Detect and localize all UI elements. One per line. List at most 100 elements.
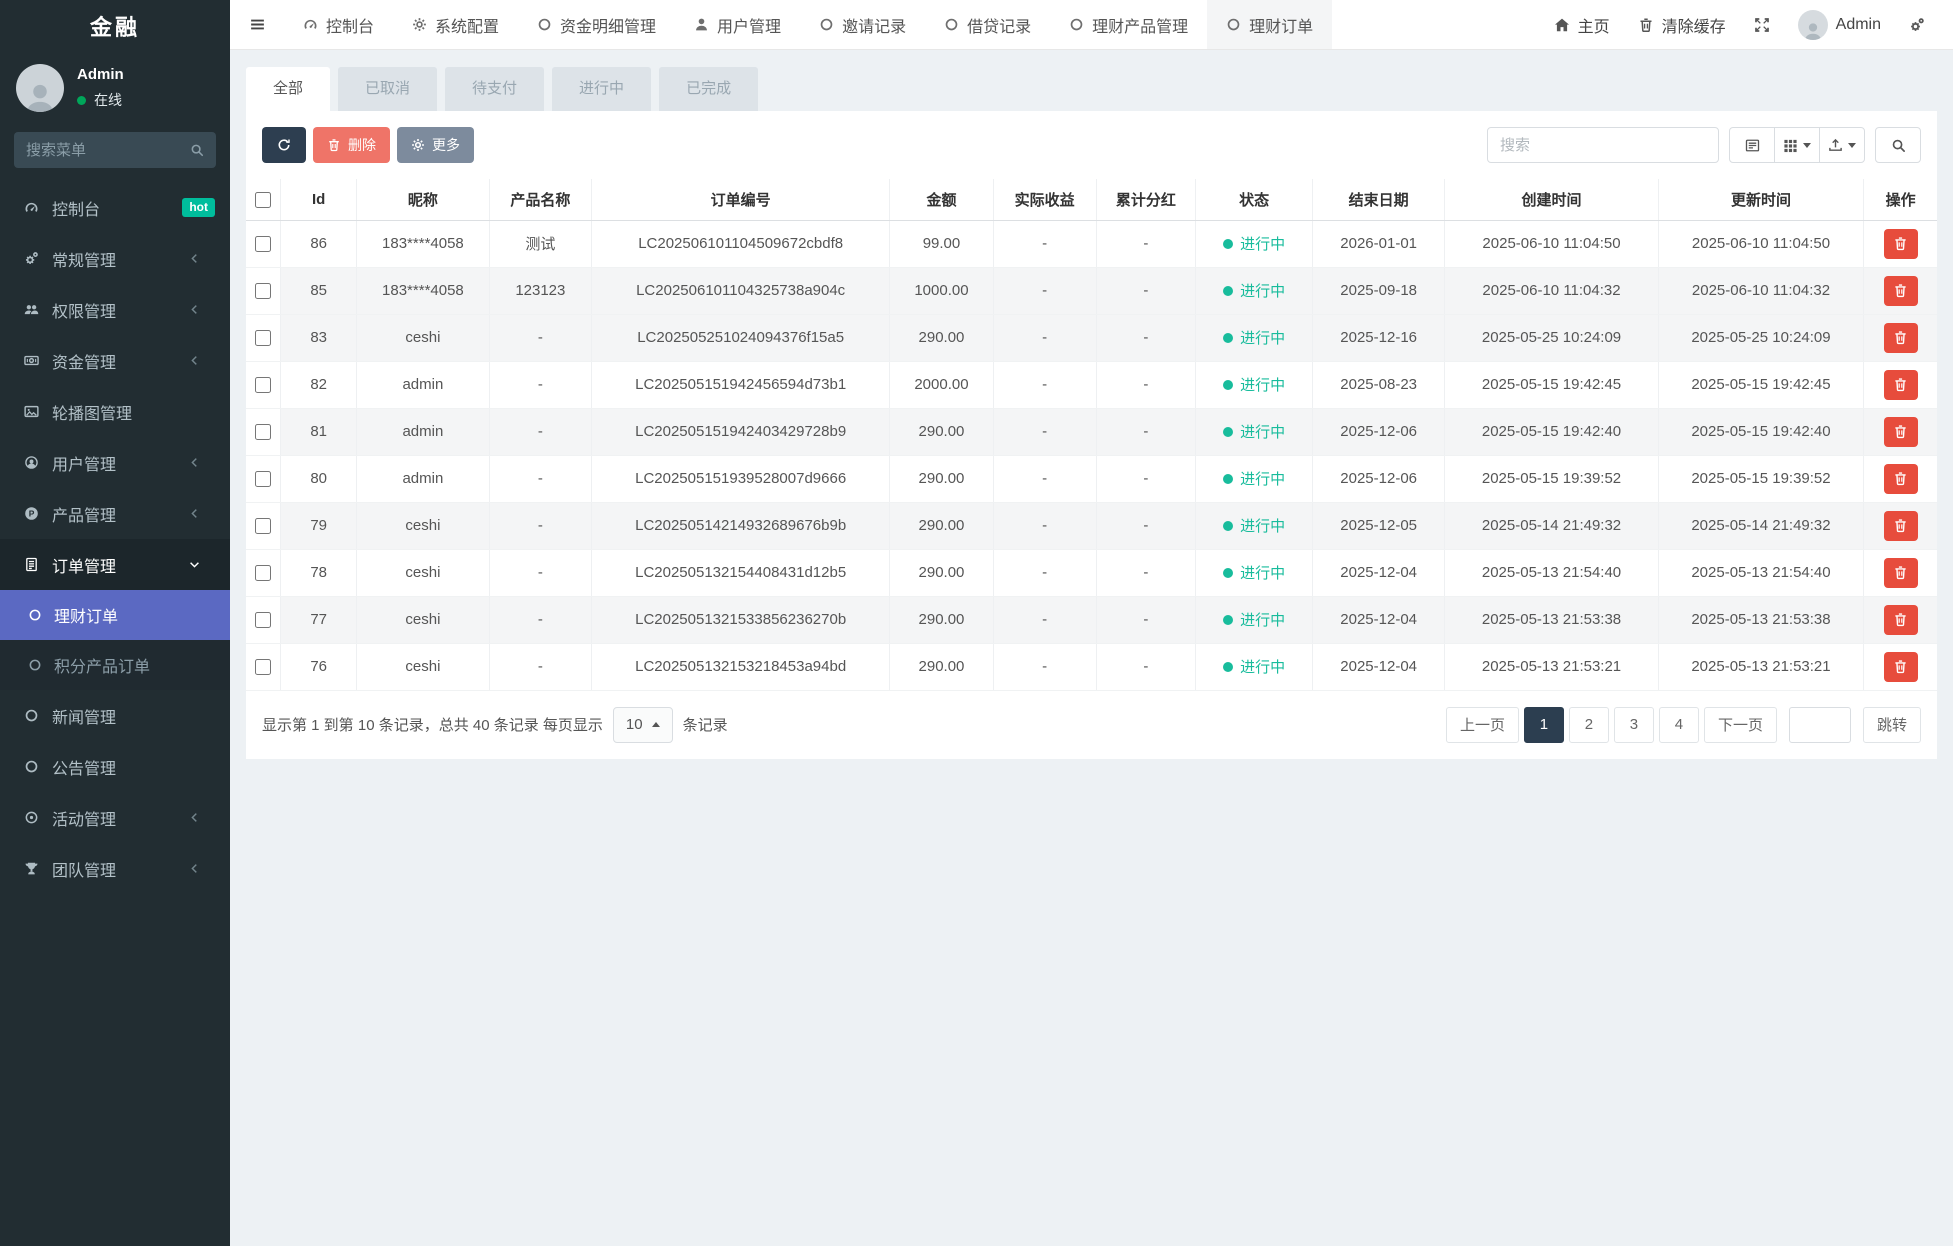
page-number-button[interactable]: 3: [1614, 707, 1654, 743]
page-number-button[interactable]: 2: [1569, 707, 1609, 743]
topnav-tab[interactable]: 邀请记录: [800, 0, 925, 49]
user-menu[interactable]: Admin: [1798, 10, 1881, 40]
topnav-tab[interactable]: 资金明细管理: [518, 0, 675, 49]
row-checkbox[interactable]: [255, 565, 271, 581]
fullscreen-button[interactable]: [1754, 17, 1770, 33]
filter-tab[interactable]: 待支付: [445, 67, 544, 111]
jump-button[interactable]: 跳转: [1863, 707, 1921, 743]
row-checkbox[interactable]: [255, 236, 271, 252]
column-header: 更新时间: [1658, 179, 1863, 220]
filter-tab[interactable]: 进行中: [552, 67, 651, 111]
cell-amount: 290.00: [890, 502, 994, 549]
cell-nickname: ceshi: [357, 314, 489, 361]
refresh-button[interactable]: [262, 127, 306, 163]
detail-view-button[interactable]: [1729, 127, 1775, 163]
delete-row-button[interactable]: [1884, 229, 1918, 259]
clear-cache-link[interactable]: 清除缓存: [1638, 13, 1726, 37]
delete-row-button[interactable]: [1884, 558, 1918, 588]
delete-button[interactable]: 删除: [313, 127, 390, 163]
row-checkbox[interactable]: [255, 424, 271, 440]
delete-row-button[interactable]: [1884, 511, 1918, 541]
delete-row-button[interactable]: [1884, 464, 1918, 494]
row-checkbox[interactable]: [255, 518, 271, 534]
cell-order-no: LC2025051321533856236270b: [592, 596, 890, 643]
settings-button[interactable]: [1909, 17, 1925, 33]
delete-row-button[interactable]: [1884, 417, 1918, 447]
status-badge: 进行中: [1223, 280, 1285, 301]
table-row: 77ceshi-LC2025051321533856236270b290.00-…: [246, 596, 1937, 643]
row-checkbox[interactable]: [255, 283, 271, 299]
topnav-tab[interactable]: 用户管理: [675, 0, 800, 49]
page-size-select[interactable]: 10: [613, 707, 673, 743]
filter-tab[interactable]: 已取消: [338, 67, 437, 111]
status-badge: 进行中: [1223, 468, 1285, 489]
prev-page-button[interactable]: 上一页: [1446, 707, 1519, 743]
row-checkbox[interactable]: [255, 612, 271, 628]
delete-row-button[interactable]: [1884, 276, 1918, 306]
sidebar-item[interactable]: 权限管理: [0, 284, 230, 335]
topnav-tab[interactable]: 理财产品管理: [1050, 0, 1207, 49]
sidebar-item[interactable]: P产品管理: [0, 488, 230, 539]
cell-amount: 290.00: [890, 549, 994, 596]
cell-order-no: LC20250514214932689676b9b: [592, 502, 890, 549]
column-header: 昵称: [357, 179, 489, 220]
cell-actual-income: -: [993, 361, 1096, 408]
user-status: 在线: [77, 90, 124, 110]
sidebar-item[interactable]: 常规管理: [0, 233, 230, 284]
columns-button[interactable]: [1774, 127, 1820, 163]
search-button[interactable]: [1875, 127, 1921, 163]
sidebar-item[interactable]: 轮播图管理: [0, 386, 230, 437]
delete-row-button[interactable]: [1884, 323, 1918, 353]
sidebar-item[interactable]: 公告管理: [0, 741, 230, 792]
jump-page-input[interactable]: [1789, 707, 1851, 743]
user-silhouette-icon: [1802, 21, 1824, 40]
row-checkbox[interactable]: [255, 471, 271, 487]
delete-row-button[interactable]: [1884, 605, 1918, 635]
sidebar-item[interactable]: 资金管理: [0, 335, 230, 386]
sidebar-item[interactable]: 订单管理: [0, 539, 230, 590]
cell-status: 进行中: [1196, 643, 1313, 690]
sidebar-item[interactable]: 新闻管理: [0, 690, 230, 741]
row-checkbox[interactable]: [255, 377, 271, 393]
select-all-checkbox[interactable]: [255, 192, 271, 208]
sidebar-item[interactable]: 团队管理: [0, 843, 230, 894]
sidebar-item[interactable]: 控制台hot: [0, 182, 230, 233]
avatar: [16, 64, 64, 112]
more-button[interactable]: 更多: [397, 127, 474, 163]
sidebar-subitem[interactable]: 积分产品订单: [0, 640, 230, 690]
page-number-button[interactable]: 1: [1524, 707, 1564, 743]
cell-actions: [1864, 549, 1937, 596]
export-button[interactable]: [1819, 127, 1865, 163]
search-icon[interactable]: [190, 143, 204, 157]
sidebar-item[interactable]: 用户管理: [0, 437, 230, 488]
column-header: 创建时间: [1445, 179, 1659, 220]
sidebar-item[interactable]: 活动管理: [0, 792, 230, 843]
row-checkbox[interactable]: [255, 659, 271, 675]
home-link[interactable]: 主页: [1554, 13, 1610, 37]
delete-row-button[interactable]: [1884, 370, 1918, 400]
sidebar-search-input[interactable]: [26, 142, 190, 159]
trash-icon: [1893, 330, 1908, 345]
cell-updated-at: 2025-05-15 19:42:45: [1658, 361, 1863, 408]
table-search-input[interactable]: [1487, 127, 1719, 163]
delete-row-button[interactable]: [1884, 652, 1918, 682]
cell-amount: 1000.00: [890, 267, 994, 314]
filter-tab[interactable]: 全部: [246, 67, 330, 111]
topnav-tab[interactable]: 控制台: [284, 0, 393, 49]
cell-created-at: 2025-05-15 19:42:45: [1445, 361, 1659, 408]
gauge-icon: [303, 17, 318, 32]
row-checkbox[interactable]: [255, 330, 271, 346]
topnav-tab[interactable]: 理财订单: [1207, 0, 1332, 49]
status-dot-icon: [1223, 474, 1233, 484]
cell-created-at: 2025-05-14 21:49:32: [1445, 502, 1659, 549]
filter-tab[interactable]: 已完成: [659, 67, 758, 111]
sidebar-toggle-button[interactable]: [230, 0, 284, 49]
page-number-button[interactable]: 4: [1659, 707, 1699, 743]
money-icon: [21, 353, 42, 368]
cell-product-name: -: [489, 643, 592, 690]
next-page-button[interactable]: 下一页: [1704, 707, 1777, 743]
topnav-tab[interactable]: 系统配置: [393, 0, 518, 49]
topnav-tab[interactable]: 借贷记录: [925, 0, 1050, 49]
cell-cumulative-dividend: -: [1096, 220, 1196, 267]
sidebar-subitem[interactable]: 理财订单: [0, 590, 230, 640]
